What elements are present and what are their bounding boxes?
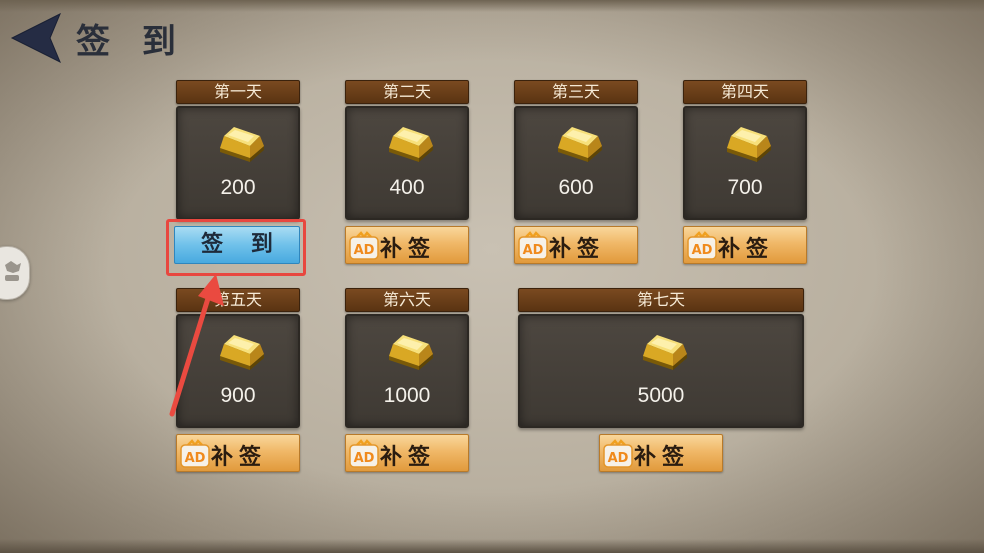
day-label: 第六天 <box>345 288 469 312</box>
reward-panel: 200 <box>176 106 300 220</box>
makeup-checkin-button[interactable]: 补签 <box>176 434 300 472</box>
back-button[interactable] <box>10 12 62 64</box>
makeup-checkin-button[interactable]: 补签 <box>683 226 807 264</box>
makeup-button-label: 补签 <box>634 445 691 470</box>
makeup-checkin-button[interactable]: 补签 <box>345 226 469 264</box>
ad-icon <box>687 231 717 261</box>
reward-panel: 400 <box>345 106 469 220</box>
day-label: 第三天 <box>514 80 638 104</box>
gold-bar-icon <box>210 124 266 164</box>
page-title: 签 到 <box>76 22 186 62</box>
bottom-edge <box>0 539 984 553</box>
makeup-checkin-button[interactable]: 补签 <box>514 226 638 264</box>
top-edge <box>0 0 984 12</box>
float-menu-icon <box>5 261 21 281</box>
reward-panel: 700 <box>683 106 807 220</box>
reward-amount: 400 <box>389 176 425 199</box>
reward-amount: 700 <box>727 176 763 199</box>
makeup-button-label: 补签 <box>211 445 268 470</box>
gold-bar-icon <box>379 124 435 164</box>
day-label: 第一天 <box>176 80 300 104</box>
day-label: 第二天 <box>345 80 469 104</box>
day-label: 第四天 <box>683 80 807 104</box>
reward-panel: 1000 <box>345 314 469 428</box>
ad-icon <box>518 231 548 261</box>
gold-bar-icon <box>548 124 604 164</box>
ad-icon <box>603 439 633 469</box>
reward-amount: 1000 <box>383 384 431 407</box>
ad-icon <box>349 231 379 261</box>
reward-amount: 5000 <box>637 384 685 407</box>
ad-icon <box>180 439 210 469</box>
reward-amount: 200 <box>220 176 256 199</box>
highlight-box <box>166 219 306 276</box>
side-float-handle[interactable] <box>0 246 30 300</box>
makeup-checkin-button[interactable]: 补签 <box>599 434 723 472</box>
gold-bar-icon <box>379 332 435 372</box>
back-arrow-icon <box>10 12 61 64</box>
reward-panel: 5000 <box>518 314 804 428</box>
day-label: 第七天 <box>518 288 804 312</box>
makeup-button-label: 补签 <box>549 237 606 262</box>
gold-bar-icon <box>717 124 773 164</box>
makeup-button-label: 补签 <box>380 237 437 262</box>
makeup-button-label: 补签 <box>718 237 775 262</box>
makeup-checkin-button[interactable]: 补签 <box>345 434 469 472</box>
pointer-arrow-icon <box>169 274 224 417</box>
reward-panel: 600 <box>514 106 638 220</box>
background-vignette <box>0 0 984 553</box>
reward-amount: 600 <box>558 176 594 199</box>
ad-icon <box>349 439 379 469</box>
gold-bar-icon <box>633 332 689 372</box>
makeup-button-label: 补签 <box>380 445 437 470</box>
